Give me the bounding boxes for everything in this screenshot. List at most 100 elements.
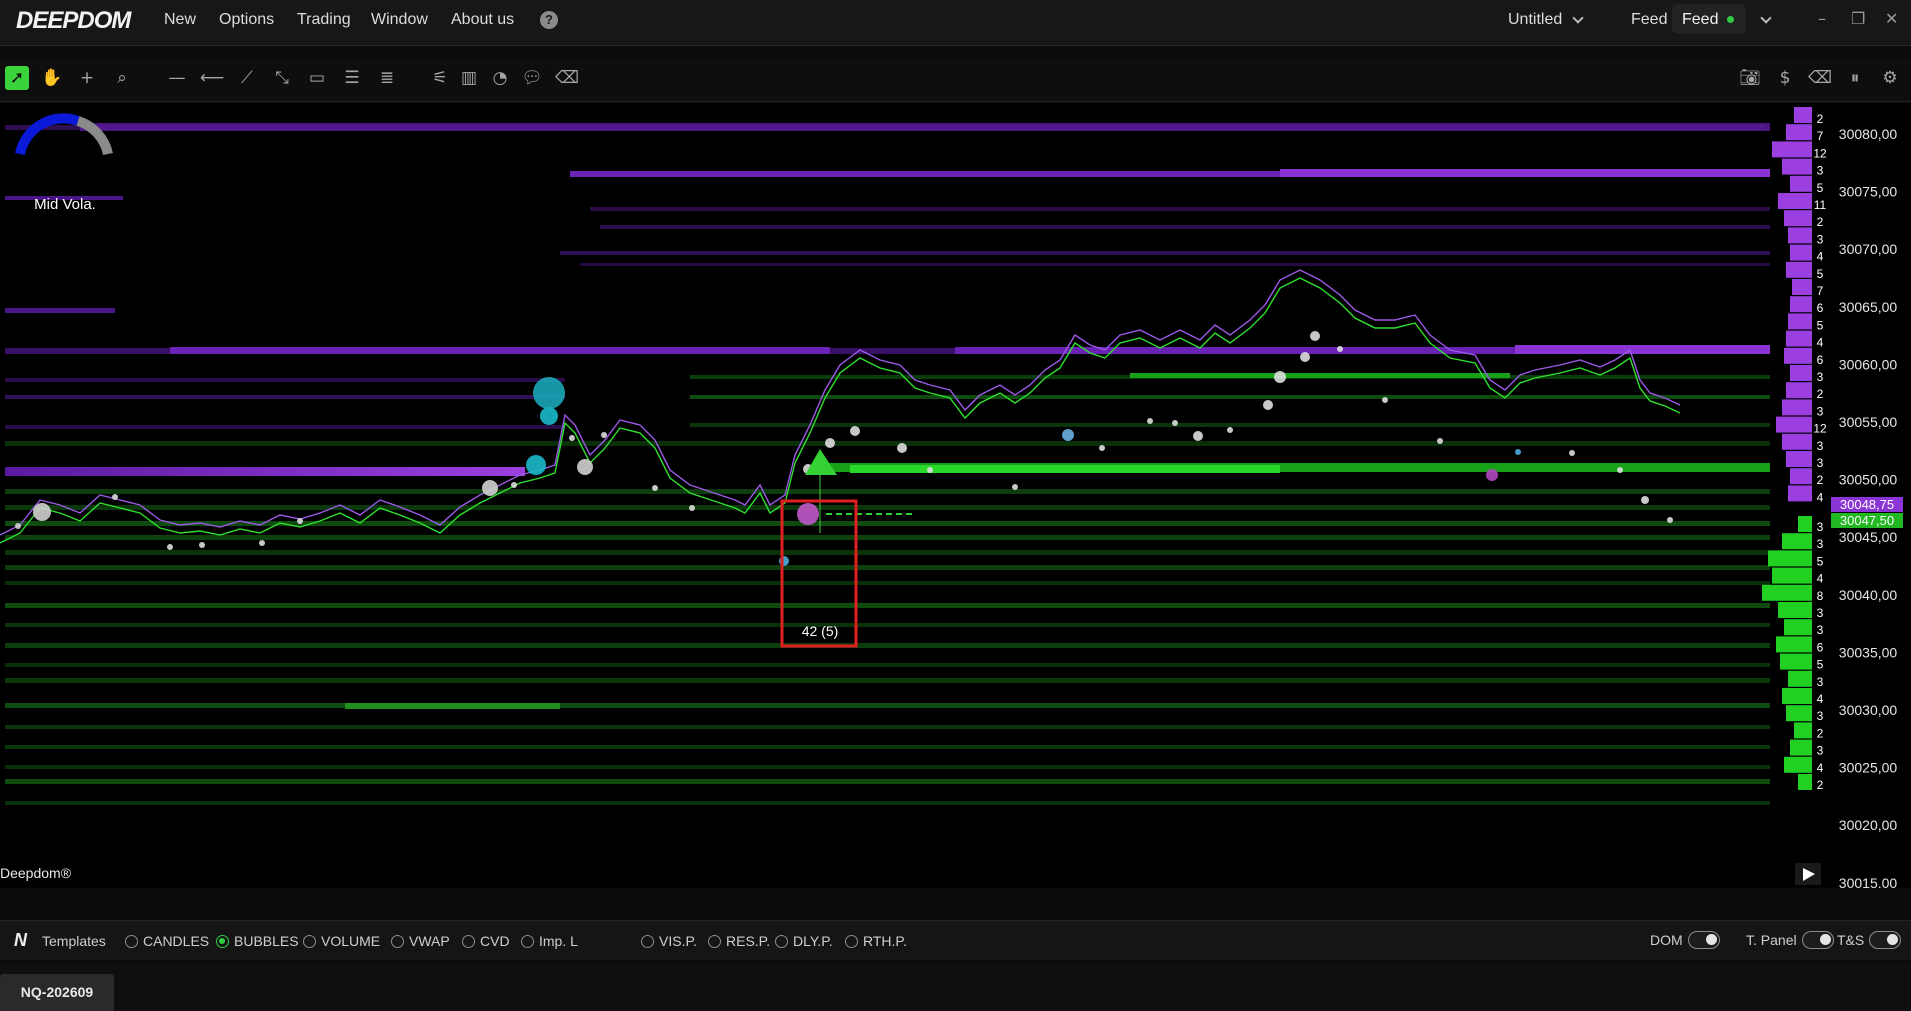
trade-bubble: [1147, 418, 1153, 424]
bid-size-label: 5: [1817, 554, 1824, 568]
ask-depth-bar: [1782, 158, 1812, 175]
trade-bubble: [1515, 449, 1521, 455]
trade-bubble: [1274, 371, 1286, 383]
option-label: CANDLES: [143, 933, 210, 949]
eraser-icon[interactable]: ⌫: [1806, 64, 1834, 92]
option-rth-profile[interactable]: RTH.P.: [845, 933, 907, 949]
chart-options-bar: N Templates CANDLES BUBBLES VOLUME VWAP …: [0, 920, 1911, 960]
menu-options[interactable]: Options: [219, 11, 274, 29]
toggle-t-and-s[interactable]: T&S: [1837, 931, 1902, 949]
price-label: 30065,00: [1839, 299, 1898, 315]
trend-line-icon[interactable]: ⟋: [233, 64, 261, 92]
dollar-icon[interactable]: $: [1771, 64, 1799, 92]
feed-button-label: Feed: [1682, 11, 1719, 28]
multi-lines-icon[interactable]: ≣: [373, 64, 401, 92]
sell-bubble: [797, 503, 819, 525]
pause-icon[interactable]: ⏸︎: [1841, 64, 1869, 92]
workspace-selector[interactable]: Untitled: [1508, 11, 1562, 29]
bid-size-label: 3: [1817, 520, 1824, 534]
symbol-tab[interactable]: NQ-202609: [0, 974, 114, 1011]
menu-window[interactable]: Window: [371, 11, 428, 29]
trade-bubble: [1300, 352, 1310, 362]
rectangle-icon[interactable]: ▭: [303, 64, 331, 92]
ask-size-label: 6: [1817, 353, 1824, 367]
bid-depth-bar: [1786, 705, 1812, 722]
option-vwap[interactable]: VWAP: [391, 933, 450, 949]
option-label: VOLUME: [321, 933, 381, 949]
bid-depth-bar: [1780, 653, 1812, 670]
gear-icon[interactable]: ⚙: [1876, 64, 1904, 92]
option-res-profile[interactable]: RES.P.: [708, 933, 770, 949]
pointer-icon[interactable]: ➚: [5, 66, 29, 90]
trade-bubble: [1193, 431, 1203, 441]
trade-bubble: [577, 459, 593, 475]
timer-icon[interactable]: ◔: [486, 64, 514, 92]
horizontal-line-icon[interactable]: —: [163, 64, 191, 92]
price-label: 30060,00: [1839, 356, 1898, 372]
bid-depth-bar: [1778, 602, 1812, 618]
option-bubbles[interactable]: BUBBLES: [216, 933, 299, 949]
ask-depth-bar: [1784, 210, 1812, 227]
bid-depth-bar: [1782, 533, 1812, 550]
trade-bubble: [533, 377, 565, 409]
toggle-switch[interactable]: [1801, 931, 1834, 949]
hand-icon[interactable]: ✋: [38, 64, 66, 92]
close-icon[interactable]: ✕: [1885, 9, 1898, 28]
ask-depth-bar: [1788, 227, 1812, 244]
eraser-icon[interactable]: ⌫: [553, 64, 581, 92]
restore-icon[interactable]: ❐: [1851, 9, 1865, 28]
templates-button[interactable]: N Templates: [14, 930, 106, 951]
price-label: 30025,00: [1839, 760, 1898, 776]
menu-trading[interactable]: Trading: [297, 11, 351, 29]
menu-about-us[interactable]: About us: [451, 11, 514, 29]
trade-bubble: [33, 503, 51, 521]
lines-icon[interactable]: ☰: [338, 64, 366, 92]
heatmap-chart[interactable]: Mid Vola. 42 (5) Deepdom® 30080,00 30075,…: [0, 103, 1911, 888]
crosshair-icon[interactable]: +: [73, 64, 101, 92]
toggle-t-panel[interactable]: T. Panel: [1746, 931, 1834, 949]
option-vis-profile[interactable]: VIS.P.: [641, 933, 697, 949]
trade-bubble: [1172, 420, 1178, 426]
camera-icon[interactable]: 📷︎: [1736, 64, 1764, 92]
trade-bubble: [1641, 496, 1649, 504]
price-label: 30015,00: [1839, 875, 1898, 888]
option-dly-profile[interactable]: DLY.P.: [775, 933, 833, 949]
bid-size-label: 3: [1817, 675, 1824, 689]
toggle-switch[interactable]: [1869, 931, 1902, 949]
ask-size-label: 2: [1817, 387, 1824, 401]
ask-depth-bar: [1794, 107, 1812, 123]
option-candles[interactable]: CANDLES: [125, 933, 209, 949]
comment-icon[interactable]: 💬︎: [518, 64, 546, 92]
option-label: BUBBLES: [234, 933, 299, 949]
settings-sliders-icon[interactable]: ⚟: [426, 64, 454, 92]
volume-bars-icon[interactable]: ▥: [455, 64, 483, 92]
menu-new[interactable]: New: [164, 11, 196, 29]
ask-size-label: 7: [1817, 129, 1824, 143]
ask-depth-bar: [1786, 382, 1812, 399]
path-icon[interactable]: ⤡: [268, 64, 296, 92]
option-label: Imp. L: [539, 933, 578, 949]
chevron-down-icon[interactable]: [1760, 12, 1772, 24]
ask-size-label: 2: [1817, 215, 1824, 229]
toggle-dom[interactable]: DOM: [1650, 931, 1720, 949]
ask-size-label: 3: [1817, 232, 1824, 246]
ask-size-label: 2: [1817, 473, 1824, 487]
toggle-switch[interactable]: [1687, 931, 1720, 949]
price-label: 30070,00: [1839, 241, 1898, 257]
trade-bubble: [1310, 331, 1320, 341]
radio-icon: [845, 934, 858, 948]
trade-bubble: [1263, 400, 1273, 410]
magnifier-icon[interactable]: ⌕: [108, 64, 136, 92]
question-circle-icon[interactable]: ?: [540, 11, 558, 29]
feed-button[interactable]: Feed: [1672, 4, 1746, 34]
ask-size-label: 4: [1817, 336, 1824, 350]
minimize-icon[interactable]: –: [1818, 9, 1826, 28]
option-imp-l[interactable]: Imp. L: [521, 933, 578, 949]
bid-size-label: 4: [1817, 761, 1824, 775]
option-label: RTH.P.: [863, 933, 907, 949]
option-volume[interactable]: VOLUME: [303, 933, 380, 949]
bid-size-label: 2: [1817, 726, 1824, 740]
ray-icon[interactable]: ⟵: [198, 64, 226, 92]
chevron-down-icon[interactable]: [1572, 12, 1584, 24]
option-cvd[interactable]: CVD: [462, 933, 510, 949]
